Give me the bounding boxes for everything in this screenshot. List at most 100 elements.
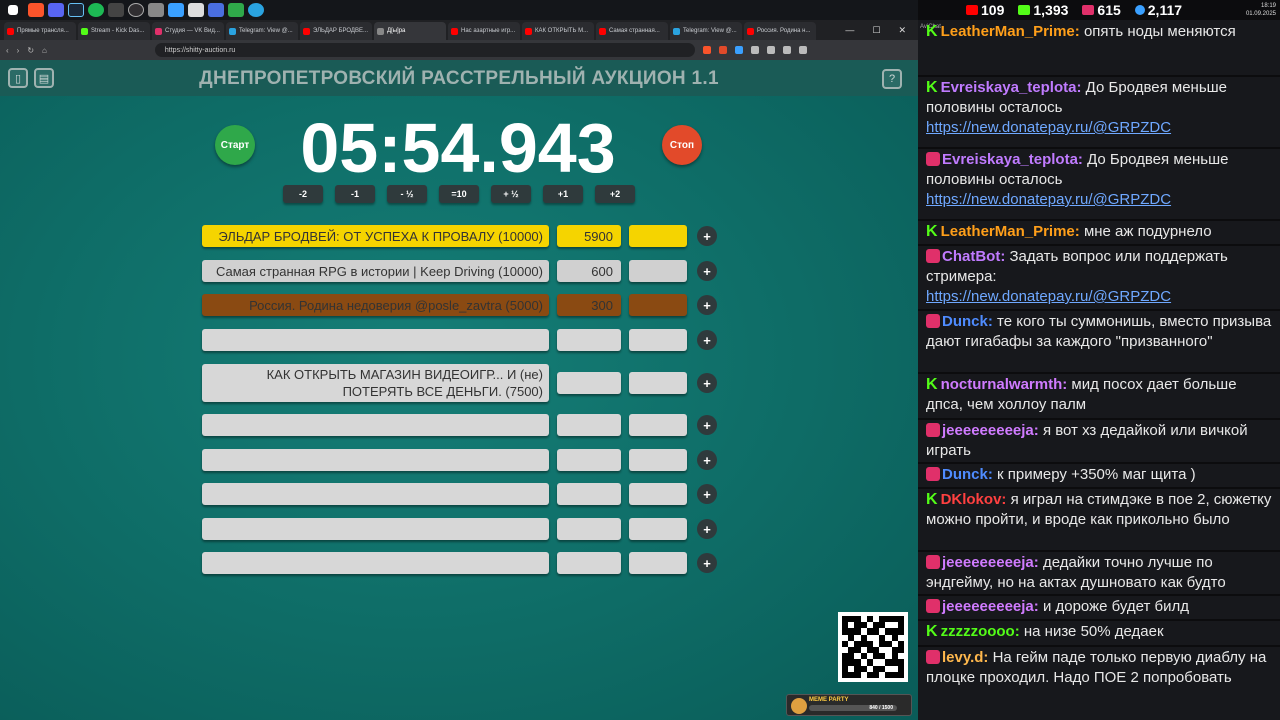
- forward-icon[interactable]: ›: [17, 46, 20, 55]
- browser-tab[interactable]: Студия — VK Вид...: [152, 22, 224, 40]
- lot-name-input[interactable]: [202, 414, 549, 436]
- chat-nick[interactable]: levy.d:: [942, 649, 988, 666]
- adjust-minus-half-button[interactable]: - ½: [387, 185, 427, 203]
- chat-nick[interactable]: nocturnalwarmth:: [941, 376, 1068, 393]
- browser-tab[interactable]: Telegram: View @...: [670, 22, 742, 40]
- spotify-icon[interactable]: [88, 3, 104, 17]
- browser-tab[interactable]: Нас азартные игр...: [448, 22, 520, 40]
- lot-add-button[interactable]: +: [697, 226, 717, 246]
- chat-nick[interactable]: DKlokov:: [941, 491, 1007, 508]
- extension-icon[interactable]: [750, 46, 759, 54]
- chat-nick[interactable]: jeeeeeeeeeja:: [942, 554, 1039, 571]
- lot-name-input[interactable]: [202, 449, 549, 471]
- lot-add-input[interactable]: [629, 225, 687, 247]
- lot-add-input[interactable]: [629, 260, 687, 282]
- lot-sum-input[interactable]: [557, 449, 621, 471]
- lot-add-button[interactable]: +: [697, 261, 717, 281]
- lot-add-input[interactable]: [629, 372, 687, 394]
- lot-add-button[interactable]: +: [697, 373, 717, 393]
- lot-sum-input[interactable]: [557, 329, 621, 351]
- reload-icon[interactable]: ↻: [27, 46, 34, 55]
- lot-name-input[interactable]: [202, 518, 549, 540]
- windows-start-icon[interactable]: [8, 5, 18, 15]
- chat-nick[interactable]: Evreiskaya_teplota:: [941, 79, 1082, 96]
- url-field[interactable]: https://shitty-auction.ru: [154, 43, 695, 57]
- lot-add-button[interactable]: +: [697, 553, 717, 573]
- lot-add-input[interactable]: [629, 552, 687, 574]
- steam-icon[interactable]: [68, 3, 84, 17]
- app-icon[interactable]: [188, 3, 204, 17]
- chat-nick[interactable]: zzzzzoooo:: [941, 623, 1020, 640]
- lot-add-button[interactable]: +: [697, 450, 717, 470]
- close-icon[interactable]: ✕: [898, 25, 906, 36]
- lot-add-input[interactable]: [629, 518, 687, 540]
- browser-tab[interactable]: Прямые трансля...: [4, 22, 76, 40]
- back-icon[interactable]: ‹: [6, 46, 9, 55]
- lot-add-button[interactable]: +: [697, 295, 717, 315]
- browser-tab[interactable]: Stream - Kick Das...: [78, 22, 150, 40]
- adjust-minus-1-button[interactable]: -1: [335, 185, 375, 203]
- extension-icon[interactable]: [718, 46, 727, 54]
- obs-icon[interactable]: [128, 3, 144, 17]
- chat-link[interactable]: https://new.donatepay.ru/@GRPZDC: [926, 119, 1171, 136]
- chat-nick[interactable]: LeatherMan_Prime:: [941, 223, 1080, 240]
- browser-tab-active[interactable]: Д[ы]ра: [374, 22, 446, 40]
- chat-nick[interactable]: Evreiskaya_teplota:: [942, 151, 1083, 168]
- lot-sum-input[interactable]: [557, 552, 621, 574]
- adjust-plus-half-button[interactable]: + ½: [491, 185, 531, 203]
- browser-tab[interactable]: Самая странная...: [596, 22, 668, 40]
- help-button[interactable]: ?: [882, 69, 902, 89]
- lot-add-button[interactable]: +: [697, 484, 717, 504]
- chat-nick[interactable]: Dunck:: [942, 466, 993, 483]
- lot-sum-input[interactable]: [557, 414, 621, 436]
- lot-sum-input[interactable]: [557, 518, 621, 540]
- lot-add-input[interactable]: [629, 449, 687, 471]
- minimize-icon[interactable]: —: [845, 25, 854, 36]
- chat-nick[interactable]: ChatBot:: [942, 248, 1005, 265]
- lot-name-input[interactable]: КАК ОТКРЫТЬ МАГАЗИН ВИДЕОИГР... И (не) П…: [202, 364, 549, 402]
- brave-icon[interactable]: [28, 3, 44, 17]
- chat-link[interactable]: https://new.donatepay.ru/@GRPZDC: [926, 288, 1171, 305]
- telegram-icon[interactable]: [248, 3, 264, 17]
- lot-add-input[interactable]: [629, 483, 687, 505]
- start-button[interactable]: Старт: [215, 125, 255, 165]
- lot-add-button[interactable]: +: [697, 415, 717, 435]
- lot-name-input[interactable]: [202, 329, 549, 351]
- chat-nick[interactable]: LeatherMan_Prime:: [941, 23, 1080, 40]
- lot-name-input[interactable]: Россия. Родина недоверия @posle_zavtra (…: [202, 294, 549, 316]
- extension-icon[interactable]: [734, 46, 743, 54]
- lot-sum-input[interactable]: 600: [557, 260, 621, 282]
- lot-name-input[interactable]: [202, 483, 549, 505]
- lot-name-input[interactable]: ЭЛЬДАР БРОДВЕЙ: ОТ УСПЕХА К ПРОВАЛУ (100…: [202, 225, 549, 247]
- browser-tab[interactable]: Россия. Родина н...: [744, 22, 816, 40]
- adjust-set-10-button[interactable]: =10: [439, 185, 479, 203]
- discord-icon[interactable]: [48, 3, 64, 17]
- lot-add-input[interactable]: [629, 294, 687, 316]
- browser-tab[interactable]: КАК ОТКРЫТЬ М...: [522, 22, 594, 40]
- lot-sum-input[interactable]: [557, 483, 621, 505]
- lot-name-input[interactable]: Самая странная RPG в истории | Keep Driv…: [202, 260, 549, 282]
- adjust-minus-2-button[interactable]: -2: [283, 185, 323, 203]
- app-icon[interactable]: [108, 3, 124, 17]
- chat-nick[interactable]: jeeeeeeeeeja:: [942, 598, 1039, 615]
- lot-add-input[interactable]: [629, 329, 687, 351]
- stop-button[interactable]: Стоп: [662, 125, 702, 165]
- app-icon[interactable]: [148, 3, 164, 17]
- extension-icon[interactable]: [702, 46, 711, 54]
- adjust-plus-2-button[interactable]: +2: [595, 185, 635, 203]
- extension-icon[interactable]: [782, 46, 791, 54]
- home-icon[interactable]: ⌂: [42, 46, 47, 55]
- adjust-plus-1-button[interactable]: +1: [543, 185, 583, 203]
- browser-tab[interactable]: Telegram: View @...: [226, 22, 298, 40]
- app-icon[interactable]: [168, 3, 184, 17]
- lot-sum-input[interactable]: 5900: [557, 225, 621, 247]
- chat-nick[interactable]: Dunck:: [942, 313, 993, 330]
- lot-add-button[interactable]: +: [697, 330, 717, 350]
- browser-tab[interactable]: ЭЛЬДАР БРОДВЕ...: [300, 22, 372, 40]
- lot-sum-input[interactable]: [557, 372, 621, 394]
- app-icon[interactable]: [228, 3, 244, 17]
- lot-add-input[interactable]: [629, 414, 687, 436]
- maximize-icon[interactable]: ☐: [872, 25, 880, 36]
- app-icon[interactable]: [208, 3, 224, 17]
- chat-link[interactable]: https://new.donatepay.ru/@GRPZDC: [926, 191, 1171, 208]
